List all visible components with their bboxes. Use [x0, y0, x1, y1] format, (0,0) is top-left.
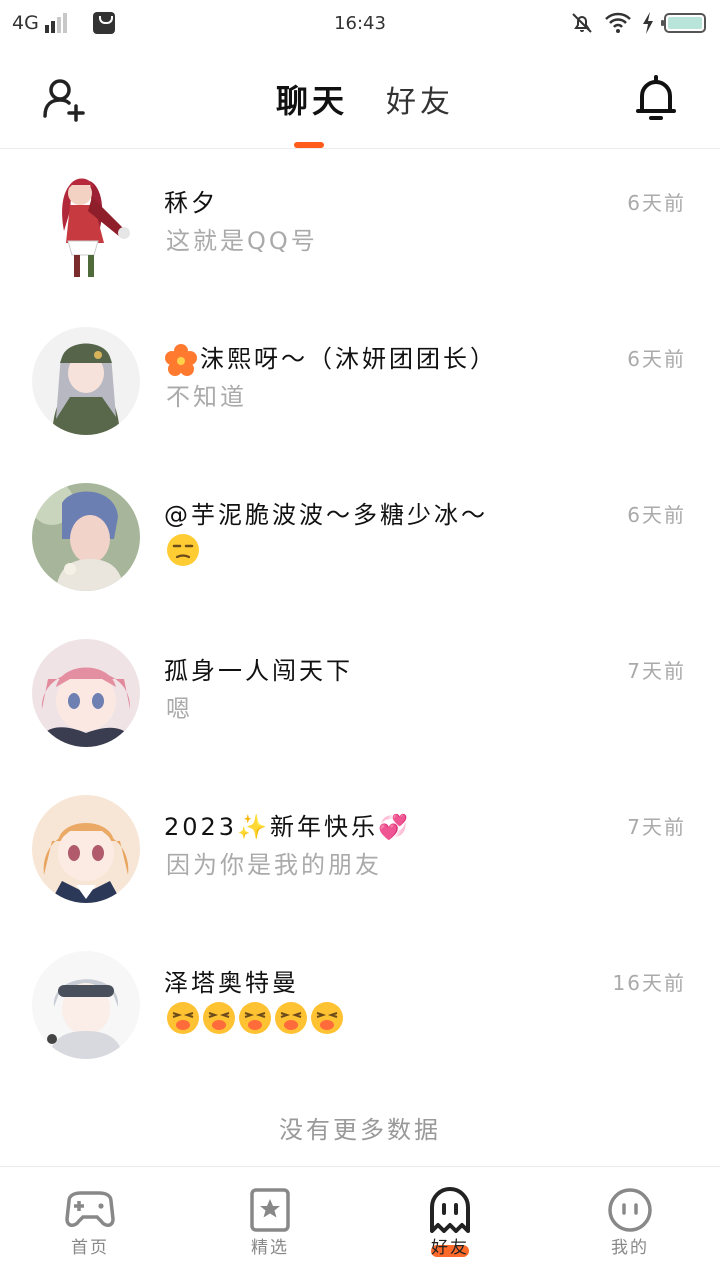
status-right	[570, 11, 706, 35]
top-header: 聊天 好友	[0, 48, 720, 149]
avatar-image	[32, 795, 140, 903]
avatar[interactable]	[32, 795, 140, 903]
avatar-image	[62, 178, 130, 277]
nav-label: 精选	[251, 1238, 289, 1258]
conversation-item[interactable]: 泽塔奥特曼 16天前	[0, 929, 720, 1085]
avatar-image	[32, 951, 140, 1059]
avatar[interactable]	[32, 951, 140, 1059]
tab-chat[interactable]: 聊天	[276, 76, 348, 122]
message-time: 6天前	[627, 191, 686, 215]
ghost-icon	[430, 1187, 470, 1233]
conversation-list: 秝夕 这就是QQ号 6天前 沫熙呀～（沐妍团团长） 不知道 6天前 @芋泥脆波波…	[0, 149, 720, 1085]
contact-name-text: 沫熙呀～（沐妍团团长）	[200, 345, 497, 373]
message-time: 7天前	[627, 659, 686, 683]
avatar-image	[32, 639, 140, 747]
message-time: 6天前	[627, 503, 686, 527]
last-message: 不知道	[166, 383, 247, 411]
hibiscus-icon	[165, 344, 197, 376]
contact-name: 沫熙呀～（沐妍团团长）	[164, 339, 497, 377]
bottom-navigation: 首页 精选 好友 我的	[0, 1166, 720, 1281]
charging-bolt-icon	[643, 12, 653, 34]
nav-featured[interactable]: 精选	[180, 1167, 360, 1281]
contact-name: 2023✨新年快乐💞	[164, 813, 411, 841]
avatar[interactable]	[32, 639, 140, 747]
tired-face-icon	[275, 1002, 307, 1034]
avatar-image	[32, 483, 140, 591]
avatar[interactable]	[32, 483, 140, 591]
nav-label: 好友	[431, 1238, 469, 1258]
status-bar: 4G 16:43	[0, 0, 720, 48]
no-more-data-text: 没有更多数据	[279, 1116, 441, 1144]
avatar[interactable]	[32, 327, 140, 435]
conversation-item[interactable]: @芋泥脆波波～多糖少冰～ 6天前	[0, 461, 720, 617]
contact-name: @芋泥脆波波～多糖少冰～	[164, 501, 488, 529]
nav-home[interactable]: 首页	[0, 1167, 180, 1281]
tired-face-icon	[239, 1002, 271, 1034]
conversation-item[interactable]: 秝夕 这就是QQ号 6天前	[0, 149, 720, 305]
last-message: 嗯	[166, 695, 193, 723]
bell-icon[interactable]	[634, 74, 678, 122]
message-time: 16天前	[612, 971, 686, 995]
tired-face-icon	[311, 1002, 343, 1034]
message-time: 6天前	[627, 347, 686, 371]
message-time: 7天前	[627, 815, 686, 839]
unamused-face-icon	[167, 534, 199, 566]
last-message: 因为你是我的朋友	[166, 851, 382, 879]
add-user-icon[interactable]	[40, 76, 88, 124]
wifi-icon	[605, 12, 631, 33]
contact-name: 秝夕	[164, 189, 218, 217]
contact-name: 孤身一人闯天下	[164, 657, 353, 685]
gamepad-icon	[65, 1191, 115, 1227]
active-tab-indicator	[294, 142, 324, 148]
mute-bell-icon	[572, 13, 592, 33]
star-bookmark-icon	[250, 1188, 290, 1232]
tab-friends[interactable]: 好友	[386, 77, 454, 121]
avatar[interactable]	[32, 171, 140, 279]
conversation-item[interactable]: 沫熙呀～（沐妍团团长） 不知道 6天前	[0, 305, 720, 461]
face-icon	[608, 1188, 652, 1232]
nav-label: 我的	[611, 1238, 649, 1258]
nav-me[interactable]: 我的	[540, 1167, 720, 1281]
contact-name: 泽塔奥特曼	[164, 969, 299, 997]
nav-label: 首页	[71, 1238, 109, 1258]
last-message: 这就是QQ号	[166, 227, 318, 255]
conversation-item[interactable]: 2023✨新年快乐💞 因为你是我的朋友 7天前	[0, 773, 720, 929]
conversation-item[interactable]: 孤身一人闯天下 嗯 7天前	[0, 617, 720, 773]
avatar-image	[32, 327, 140, 435]
nav-friends[interactable]: 好友	[360, 1167, 540, 1281]
battery-icon	[661, 13, 706, 33]
tired-face-icon	[203, 1002, 235, 1034]
last-message	[166, 533, 202, 567]
last-message	[166, 1001, 346, 1035]
tired-face-icon	[167, 1002, 199, 1034]
header-tabs: 聊天 好友	[276, 76, 454, 122]
